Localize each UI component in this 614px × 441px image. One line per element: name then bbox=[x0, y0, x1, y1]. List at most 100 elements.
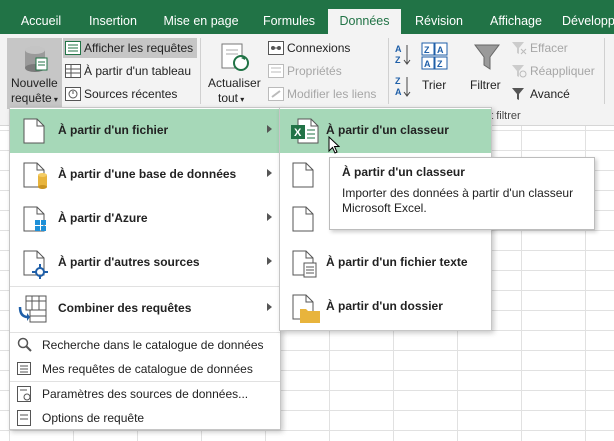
file-icon bbox=[23, 118, 45, 144]
refresh-all-label-line2: tout ▾ bbox=[218, 91, 245, 105]
submenu-item-from-folder[interactable]: À partir d'un dossier bbox=[280, 285, 491, 329]
menu-item-from-database[interactable]: À partir d'une base de données bbox=[10, 153, 280, 197]
combine-queries-icon bbox=[18, 295, 47, 323]
tooltip: À partir d'un classeur Importer des donn… bbox=[329, 157, 595, 230]
submenu-arrow-icon bbox=[267, 125, 272, 133]
svg-text:Z: Z bbox=[395, 76, 401, 86]
ribbon-separator bbox=[388, 38, 389, 104]
svg-text:A: A bbox=[424, 59, 431, 69]
submenu-item-from-text-file[interactable]: À partir d'un fichier texte bbox=[280, 241, 491, 285]
submenu-arrow-icon bbox=[267, 303, 272, 311]
menu-item-catalog-search[interactable]: Recherche dans le catalogue de données bbox=[10, 333, 280, 357]
menu-item-label: À partir d'un fichier bbox=[58, 123, 169, 137]
menu-item-query-options[interactable]: Options de requête bbox=[10, 406, 280, 430]
tab-insertion[interactable]: Insertion bbox=[80, 9, 146, 34]
ribbon-separator bbox=[200, 38, 201, 104]
svg-text:A: A bbox=[395, 87, 402, 97]
edit-links-button[interactable]: Modifier les liens bbox=[266, 84, 384, 104]
submenu-item-label: À partir d'un dossier bbox=[326, 299, 443, 313]
menu-item-catalog-queries[interactable]: Mes requêtes de catalogue de données bbox=[10, 357, 280, 381]
properties-icon bbox=[268, 64, 284, 78]
svg-text:X: X bbox=[294, 127, 302, 139]
submenu-item-label: À partir d'un fichier texte bbox=[326, 255, 468, 269]
refresh-all-button[interactable]: Actualiser tout ▾ bbox=[204, 38, 264, 109]
menu-item-label: À partir d'une base de données bbox=[58, 167, 237, 181]
tab-mise-en-page[interactable]: Mise en page bbox=[156, 9, 246, 34]
funnel-icon bbox=[474, 44, 500, 70]
table-icon bbox=[65, 64, 81, 78]
database-file-icon bbox=[23, 162, 47, 189]
other-sources-icon bbox=[23, 250, 48, 279]
chevron-down-icon: ▾ bbox=[238, 95, 245, 104]
catalog-queries-icon bbox=[17, 362, 31, 375]
sort-button[interactable]: ZAAZ Trier bbox=[418, 38, 452, 98]
properties-label: Propriétés bbox=[287, 64, 342, 78]
xml-file-icon bbox=[292, 206, 314, 232]
tab-affichage[interactable]: Affichage bbox=[480, 9, 552, 34]
svg-text:Z: Z bbox=[424, 45, 430, 55]
svg-text:A: A bbox=[437, 45, 444, 55]
csv-file-icon bbox=[292, 162, 314, 188]
new-query-label-line2: requête ▾ bbox=[11, 91, 58, 105]
sort-za-icon[interactable]: ZA bbox=[394, 74, 412, 98]
recent-sources-button[interactable]: Sources récentes bbox=[63, 84, 197, 104]
ribbon-tab-bar: Accueil Insertion Mise en page Formules … bbox=[0, 0, 614, 34]
filter-label: Filtrer bbox=[470, 78, 501, 92]
recent-sources-icon bbox=[65, 87, 81, 101]
tab-revision[interactable]: Révision bbox=[408, 9, 470, 34]
menu-item-label: Recherche dans le catalogue de données bbox=[42, 338, 264, 352]
clear-filter-button[interactable]: Effacer bbox=[510, 38, 610, 58]
submenu-arrow-icon bbox=[267, 169, 272, 177]
text-file-icon bbox=[292, 250, 317, 278]
refresh-icon bbox=[221, 43, 249, 71]
reapply-label: Réappliquer bbox=[530, 64, 595, 78]
data-source-settings-icon bbox=[17, 386, 31, 402]
menu-item-from-other-sources[interactable]: À partir d'autres sources bbox=[10, 241, 280, 285]
tab-accueil[interactable]: Accueil bbox=[12, 9, 70, 34]
submenu-item-from-workbook[interactable]: X À partir d'un classeur bbox=[280, 109, 491, 153]
new-query-label-line1: Nouvelle bbox=[11, 76, 58, 90]
submenu-arrow-icon bbox=[267, 213, 272, 221]
mouse-cursor-icon bbox=[328, 136, 340, 154]
edit-links-icon bbox=[268, 87, 284, 101]
menu-item-data-source-settings[interactable]: Paramètres des sources de données... bbox=[10, 382, 280, 406]
show-queries-icon bbox=[65, 41, 81, 55]
svg-text:Z: Z bbox=[437, 59, 443, 69]
menu-item-combine-queries[interactable]: Combiner des requêtes bbox=[10, 287, 280, 331]
properties-button[interactable]: Propriétés bbox=[266, 61, 384, 81]
tab-developpeur[interactable]: Développ bbox=[562, 9, 614, 34]
menu-item-from-azure[interactable]: À partir d'Azure bbox=[10, 197, 280, 241]
menu-item-label: À partir d'Azure bbox=[58, 211, 148, 225]
advanced-filter-label: Avancé bbox=[530, 87, 570, 101]
tab-formules[interactable]: Formules bbox=[256, 9, 322, 34]
sort-dialog-icon: Z AA Z bbox=[421, 42, 448, 70]
filter-button[interactable]: Filtrer bbox=[468, 38, 506, 98]
submenu-arrow-icon bbox=[267, 257, 272, 265]
menu-item-label: À partir d'autres sources bbox=[58, 255, 200, 269]
reapply-icon bbox=[512, 65, 527, 78]
edit-links-label: Modifier les liens bbox=[287, 87, 377, 101]
tooltip-body: Importer des données à partir d'un class… bbox=[342, 186, 574, 215]
sort-label: Trier bbox=[422, 78, 447, 92]
menu-item-from-file[interactable]: À partir d'un fichier bbox=[10, 109, 280, 153]
svg-text:Z: Z bbox=[395, 55, 401, 65]
ribbon-separator bbox=[604, 38, 605, 104]
show-queries-label: Afficher les requêtes bbox=[84, 41, 194, 55]
catalog-search-icon bbox=[17, 337, 32, 352]
folder-icon bbox=[292, 294, 320, 323]
connections-label: Connexions bbox=[287, 41, 351, 55]
menu-item-label: Combiner des requêtes bbox=[58, 301, 192, 315]
reapply-button[interactable]: Réappliquer bbox=[510, 61, 610, 81]
new-query-menu: À partir d'un fichier À partir d'une bas… bbox=[9, 107, 281, 430]
advanced-filter-button[interactable]: Avancé bbox=[510, 84, 610, 104]
advanced-filter-icon bbox=[512, 88, 524, 100]
recent-sources-label: Sources récentes bbox=[84, 87, 178, 101]
new-query-button[interactable]: Nouvelle requête ▾ bbox=[7, 38, 62, 109]
connections-button[interactable]: Connexions bbox=[266, 38, 384, 58]
tab-donnees[interactable]: Données bbox=[328, 9, 401, 34]
from-table-button[interactable]: À partir d'un tableau bbox=[63, 61, 197, 81]
show-queries-button[interactable]: Afficher les requêtes bbox=[63, 38, 197, 58]
sort-az-icon[interactable]: AZ bbox=[394, 42, 412, 66]
menu-item-label: Options de requête bbox=[42, 411, 145, 425]
tooltip-title: À partir d'un classeur bbox=[342, 165, 465, 179]
